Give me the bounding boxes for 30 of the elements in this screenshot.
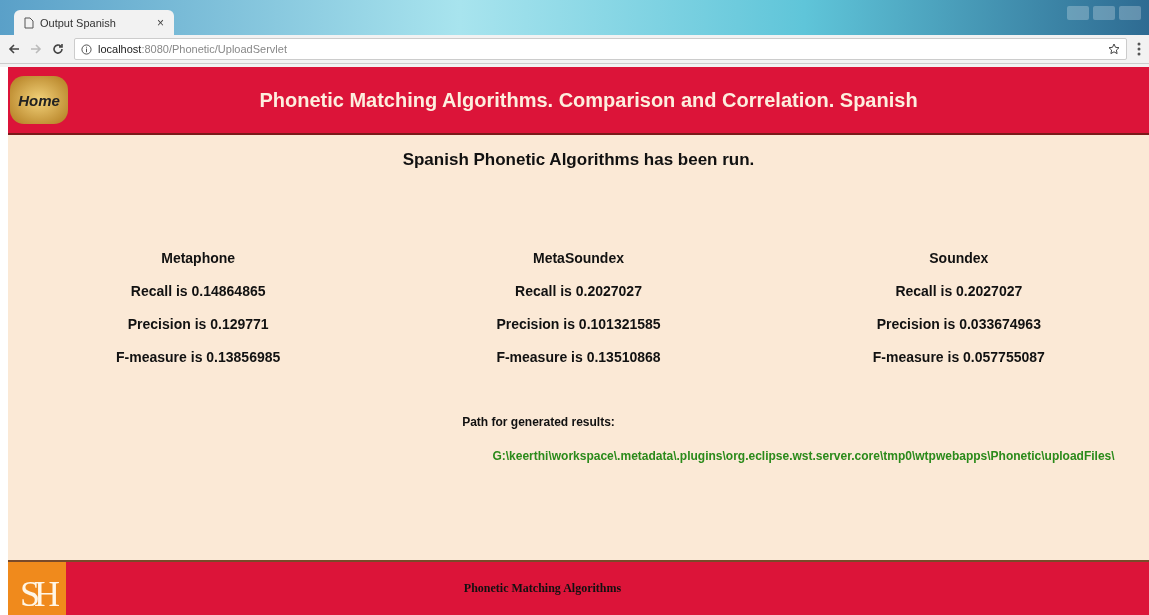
back-icon[interactable] — [8, 43, 20, 55]
f-measure-text: F-measure is 0.13856985 — [116, 349, 281, 365]
precision-text: Precision is 0.033674963 — [876, 316, 1041, 332]
tab-title: Output Spanish — [40, 16, 117, 29]
f-measure-text: F-measure is 0.13510868 — [496, 349, 661, 365]
algorithm-name: Soundex — [929, 250, 989, 266]
page-icon — [24, 16, 34, 29]
logo: SH — [8, 562, 66, 615]
f-measure-text: F-measure is 0.057755087 — [872, 349, 1045, 365]
close-tab-button[interactable]: × — [157, 15, 164, 30]
recall-text: Recall is 0.14864865 — [130, 283, 266, 299]
url-text: localhost:8080/Phonetic/UploadServlet — [98, 43, 287, 55]
reload-icon[interactable] — [52, 43, 64, 55]
info-icon — [81, 43, 92, 55]
star-icon[interactable] — [1108, 43, 1120, 55]
recall-text: Recall is 0.2027027 — [515, 283, 642, 299]
algorithm-name: Metaphone — [161, 250, 236, 266]
recall-text: Recall is 0.2027027 — [895, 283, 1023, 299]
page-title: Phonetic Matching Algorithms. Comparison and Correlation. Spanish — [258, 88, 919, 112]
status-message: Spanish Phonetic Algorithms has been run. — [402, 150, 755, 170]
precision-text: Precision is 0.101321585 — [496, 316, 661, 332]
algorithm-name: MetaSoundex — [533, 250, 624, 266]
results-label: Path for generated results: — [462, 415, 615, 429]
results-path: G:\keerthi\workspace\.metadata\.plugins\org.eclipse.wst.server.core\tmp0\wtpwebapps\Phonetic\uploadFiles\ — [492, 449, 1115, 463]
address-field[interactable]: localhost:8080/Phonetic/UploadServlet — [74, 38, 1127, 60]
home-button[interactable]: Home — [10, 76, 68, 124]
footer-title: Phonetic Matching Algorithms — [462, 581, 623, 596]
menu-icon[interactable] — [1137, 42, 1141, 56]
browser-tab[interactable]: Output Spanish × — [14, 10, 174, 35]
precision-text: Precision is 0.129771 — [127, 316, 269, 332]
